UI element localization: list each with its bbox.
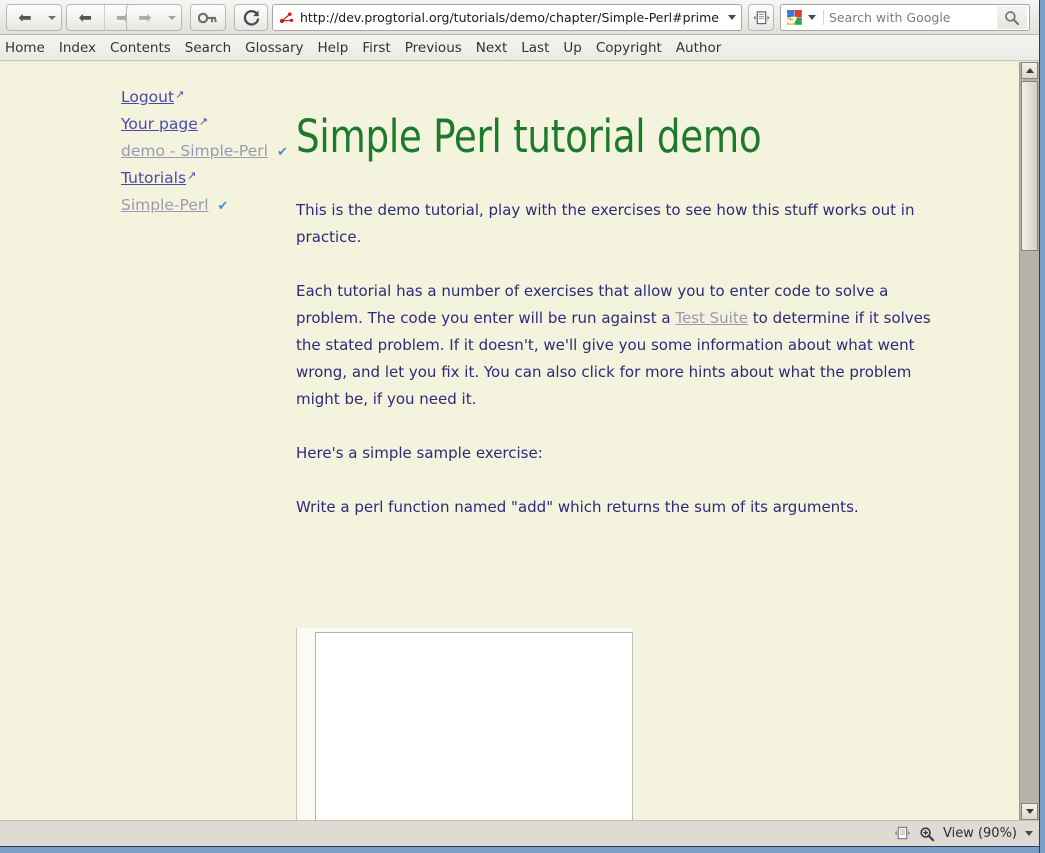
google-logo-icon	[785, 10, 802, 25]
nav-link-previous[interactable]: Previous	[405, 40, 462, 56]
sidebar-item-your-page[interactable]: Your page ↗	[121, 115, 291, 142]
window-frame-bottom	[0, 846, 1045, 853]
back-history-dropdown[interactable]	[43, 5, 61, 30]
scroll-down-button[interactable]	[1021, 803, 1038, 820]
chevron-up-icon	[1025, 68, 1034, 73]
nav-link-search[interactable]: Search	[185, 40, 231, 56]
nav-link-next[interactable]: Next	[476, 40, 507, 56]
sidebar-item-label[interactable]: Simple-Perl	[121, 196, 209, 214]
password-manager-button[interactable]	[190, 4, 226, 31]
back-button-2[interactable]: ⬅	[67, 5, 104, 30]
window-frame-right	[1039, 0, 1045, 853]
sidebar-item-label[interactable]: demo - Simple-Perl	[121, 142, 268, 160]
nav-link-up[interactable]: Up	[563, 40, 581, 56]
arrow-left-icon: ⬅	[78, 7, 92, 27]
vertical-scrollbar[interactable]	[1019, 62, 1039, 820]
page-icon[interactable]	[894, 825, 911, 842]
description-paragraph: Each tutorial has a number of exercises …	[296, 278, 936, 413]
forward-button-2[interactable]: ➡	[127, 5, 163, 30]
chevron-down-icon	[168, 15, 176, 20]
nav-link-last[interactable]: Last	[521, 40, 549, 56]
reload-button[interactable]	[234, 4, 268, 31]
chevron-down-icon[interactable]	[1025, 831, 1033, 836]
nav-link-help[interactable]: Help	[318, 40, 349, 56]
nav-link-glossary[interactable]: Glossary	[245, 40, 303, 56]
zoom-icon[interactable]	[919, 826, 935, 842]
new-tab-button[interactable]	[748, 4, 774, 31]
search-bar[interactable]: Search with Google	[780, 4, 1030, 31]
arrow-right-icon: ➡	[138, 7, 152, 27]
checkmark-icon: ✔	[217, 199, 229, 214]
main-content: Simple Perl tutorial demo This is the de…	[296, 114, 936, 548]
scrollbar-thumb[interactable]	[1021, 81, 1038, 251]
page-navigation-bar: Home Index Contents Search Glossary Help…	[0, 35, 1045, 61]
browser-toolbar: ⬅ ⬅ ➡ ➡ http://dev.progtorial.org/tutori…	[0, 0, 1045, 35]
zoom-level-label[interactable]: View (90%)	[943, 826, 1017, 841]
intro-paragraph: This is the demo tutorial, play with the…	[296, 201, 915, 246]
reload-icon	[243, 10, 259, 26]
nav-link-index[interactable]: Index	[59, 40, 96, 56]
checkmark-icon: ✔	[276, 145, 288, 160]
progtorial-favicon-icon	[279, 11, 294, 23]
page-viewport: Logout ↗ Your page ↗ demo - Simple-Perl …	[0, 62, 1019, 820]
nav-link-first[interactable]: First	[362, 40, 390, 56]
forward-button-group[interactable]: ➡	[126, 4, 182, 31]
sample-exercise-lead: Here's a simple sample exercise:	[296, 444, 543, 462]
nav-link-author[interactable]: Author	[676, 40, 721, 56]
search-submit-button[interactable]	[997, 6, 1027, 29]
external-link-icon: ↗	[175, 88, 185, 101]
address-bar-text[interactable]: http://dev.progtorial.org/tutorials/demo…	[300, 10, 725, 25]
sidebar-item-label[interactable]: Your page	[121, 115, 198, 133]
search-engine-dropdown-icon[interactable]	[808, 15, 816, 20]
back-button-group[interactable]: ⬅	[6, 4, 62, 31]
new-tab-icon	[753, 10, 769, 24]
sidebar: Logout ↗ Your page ↗ demo - Simple-Perl …	[121, 88, 291, 223]
code-editor[interactable]	[315, 632, 633, 820]
sidebar-item-label[interactable]: Tutorials	[121, 169, 186, 187]
address-bar[interactable]: http://dev.progtorial.org/tutorials/demo…	[272, 4, 742, 31]
sidebar-item-label[interactable]: Logout	[121, 88, 174, 106]
address-dropdown-icon[interactable]	[728, 15, 736, 20]
sidebar-item-tutorials[interactable]: Tutorials ↗	[121, 169, 291, 196]
search-icon	[1005, 10, 1020, 25]
exercise-prompt: Write a perl function named "add" which …	[296, 498, 859, 516]
sidebar-item-simple-perl[interactable]: Simple-Perl ✔	[121, 196, 291, 223]
browser-window: ⬅ ⬅ ➡ ➡ http://dev.progtorial.org/tutori…	[0, 0, 1045, 853]
nav-link-contents[interactable]: Contents	[110, 40, 171, 56]
arrow-left-icon: ⬅	[18, 7, 32, 27]
external-link-icon: ↗	[187, 169, 197, 182]
test-suite-link[interactable]: Test Suite	[675, 309, 748, 327]
page-title: Simple Perl tutorial demo	[296, 110, 762, 163]
search-input[interactable]: Search with Google	[823, 10, 997, 25]
nav-link-home[interactable]: Home	[5, 40, 45, 56]
nav-link-copyright[interactable]: Copyright	[596, 40, 662, 56]
back-button[interactable]: ⬅	[7, 5, 43, 30]
sidebar-item-logout[interactable]: Logout ↗	[121, 88, 291, 115]
sidebar-item-demo-simple-perl[interactable]: demo - Simple-Perl ✔	[121, 142, 291, 169]
chevron-down-icon	[48, 15, 56, 20]
scroll-up-button[interactable]	[1021, 62, 1038, 79]
key-icon	[198, 12, 217, 23]
status-bar: View (90%)	[0, 820, 1045, 846]
chevron-down-icon	[1025, 809, 1034, 814]
forward-history-dropdown[interactable]	[163, 5, 181, 30]
external-link-icon: ↗	[198, 115, 208, 128]
